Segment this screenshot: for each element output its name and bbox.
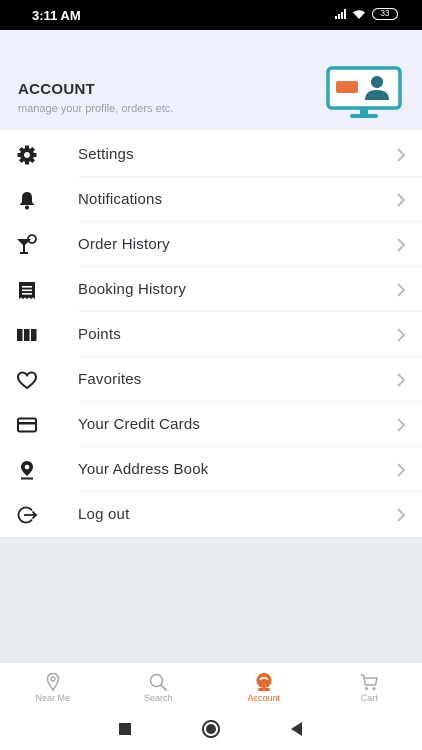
menu-label: Log out	[78, 506, 130, 523]
page-title: ACCOUNT	[18, 81, 96, 98]
search-icon	[148, 672, 168, 692]
cocktail-icon	[16, 234, 38, 256]
system-nav-bar	[0, 706, 422, 750]
chevron-right-icon	[396, 148, 406, 162]
tab-search[interactable]: Search	[106, 663, 212, 706]
menu-item-favorites[interactable]: Favorites	[0, 357, 422, 402]
menu-label: Favorites	[78, 371, 142, 388]
tab-label: Search	[143, 693, 173, 703]
wifi-icon	[352, 9, 366, 20]
chevron-right-icon	[396, 463, 406, 477]
columns-icon	[16, 324, 38, 346]
tab-near-me[interactable]: Near Me	[0, 663, 106, 706]
recent-apps-icon[interactable]	[116, 720, 134, 738]
cart-icon	[359, 672, 379, 692]
chevron-right-icon	[396, 418, 406, 432]
status-bar: 3:11 AM 33	[0, 0, 422, 30]
menu-label: Booking History	[78, 281, 187, 298]
menu-item-credit-cards[interactable]: Your Credit Cards	[0, 402, 422, 447]
home-icon[interactable]	[201, 719, 221, 739]
profile-monitor-icon	[326, 66, 402, 120]
tab-cart[interactable]: Cart	[317, 663, 422, 706]
signal-icon	[335, 9, 346, 19]
menu-item-address-book[interactable]: Your Address Book	[0, 447, 422, 492]
account-menu: Settings Notifications Order History Boo…	[0, 130, 422, 537]
tab-label: Near Me	[35, 693, 70, 703]
menu-label: Your Address Book	[78, 461, 209, 478]
gear-icon	[16, 144, 38, 166]
logout-icon	[16, 504, 38, 526]
menu-label: Settings	[78, 146, 134, 163]
back-icon[interactable]	[288, 720, 306, 738]
map-pin-icon	[43, 672, 63, 692]
menu-label: Notifications	[78, 191, 163, 208]
menu-item-logout[interactable]: Log out	[0, 492, 422, 537]
account-header: ACCOUNT manage your profile, orders etc.	[0, 30, 422, 130]
menu-label: Points	[78, 326, 121, 343]
status-icons: 33	[335, 8, 398, 20]
heart-icon	[16, 369, 38, 391]
tab-label: Cart	[360, 693, 378, 703]
menu-label: Order History	[78, 236, 170, 253]
menu-item-points[interactable]: Points	[0, 312, 422, 357]
battery-icon: 33	[372, 8, 398, 20]
menu-item-booking-history[interactable]: Booking History	[0, 267, 422, 312]
battery-level: 33	[380, 9, 390, 18]
menu-item-order-history[interactable]: Order History	[0, 222, 422, 267]
chevron-right-icon	[396, 328, 406, 342]
chevron-right-icon	[396, 373, 406, 387]
bottom-tab-bar: Near Me Search Account Cart	[0, 662, 422, 706]
menu-label: Your Credit Cards	[78, 416, 201, 433]
account-icon	[254, 672, 274, 692]
location-pin-icon	[16, 459, 38, 481]
credit-card-icon	[16, 414, 38, 436]
chevron-right-icon	[396, 283, 406, 297]
status-time: 3:11 AM	[32, 8, 81, 23]
receipt-icon	[16, 279, 38, 301]
bell-icon	[16, 189, 38, 211]
page-subtitle: manage your profile, orders etc.	[18, 103, 174, 115]
tab-account[interactable]: Account	[211, 663, 317, 706]
chevron-right-icon	[396, 238, 406, 252]
chevron-right-icon	[396, 508, 406, 522]
menu-item-notifications[interactable]: Notifications	[0, 177, 422, 222]
menu-item-settings[interactable]: Settings	[0, 132, 422, 177]
tab-label: Account	[247, 693, 281, 703]
chevron-right-icon	[396, 193, 406, 207]
